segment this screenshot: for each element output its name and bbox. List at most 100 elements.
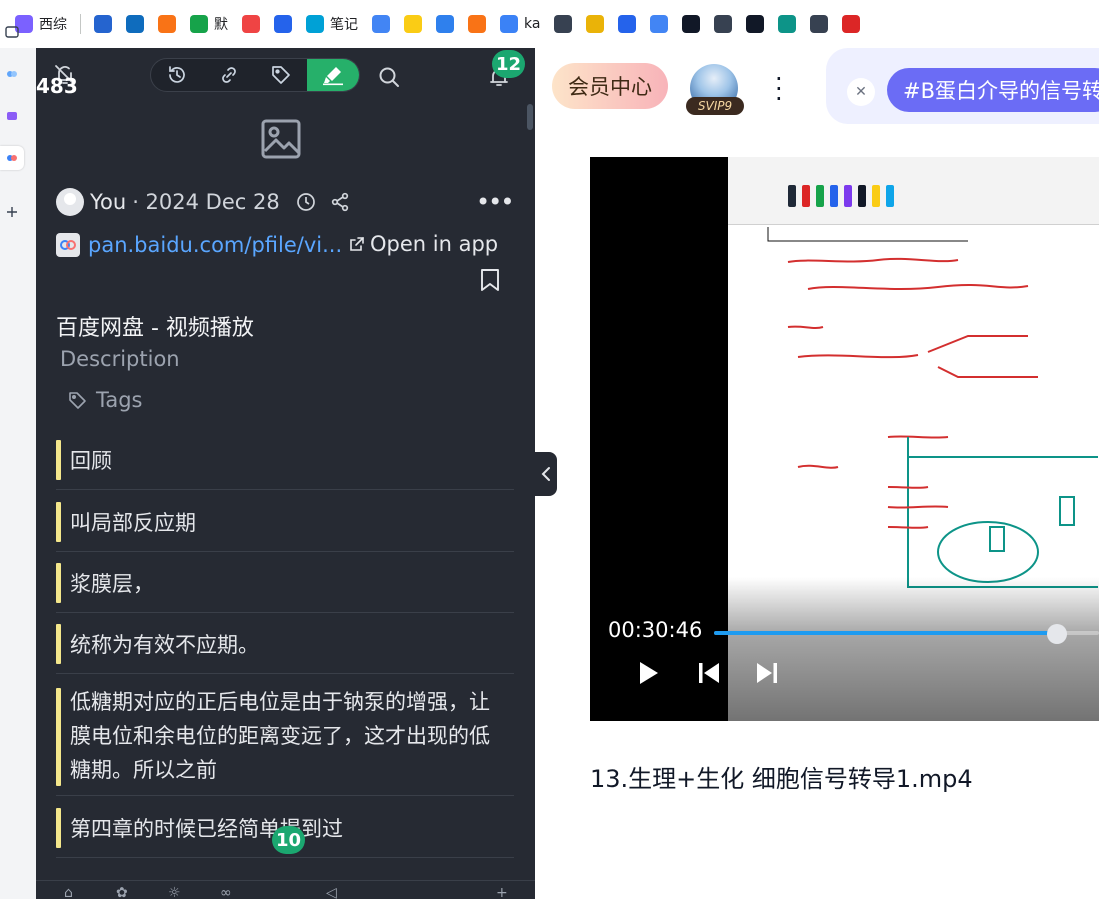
link-icon [222,67,236,83]
bookmark-item[interactable] [707,8,739,40]
article-meta: You · 2024 Dec 28 [56,186,506,218]
collapse-sidebar-button[interactable] [535,452,557,496]
side-app-baidupan-icon[interactable] [0,62,24,86]
bookmark-item[interactable] [235,8,267,40]
bookmark-item[interactable] [643,8,675,40]
bookmark-item[interactable]: ka [493,8,547,40]
bookmark-item[interactable] [119,8,151,40]
more-vertical-icon[interactable]: · · · [775,67,783,111]
bookmark-item[interactable] [739,8,771,40]
history-tab[interactable] [151,59,203,91]
bookmark-item[interactable]: 默 [183,8,235,40]
highlight-text: 低糖期对应的正后电位是由于钠泵的增强，让膜电位和余电位的距离变远了，这才出现的低… [70,690,490,782]
highlight-item[interactable]: 统称为有效不应期。 [56,618,514,674]
bookmark-label: 默 [214,17,228,33]
thumbnail-placeholder-icon [260,118,302,160]
open-in-app-label: Open in app [370,232,499,256]
article-url-link[interactable]: pan.baidu.com/pfile/vi... [88,233,342,257]
external-link-icon [350,237,364,251]
bookmark-item[interactable] [771,8,803,40]
add-icon[interactable] [0,200,24,224]
tags-field[interactable]: Tags [68,388,143,412]
bookmark-item[interactable] [461,8,493,40]
sidebar-scrollbar[interactable] [526,104,534,899]
heart-icon [242,15,260,33]
bookmark-item[interactable] [803,8,835,40]
send-icon[interactable]: ◁ [326,885,337,899]
description-field[interactable]: Description [60,347,180,371]
more-options-icon[interactable]: ••• [476,188,514,216]
vip-center-button[interactable]: 会员中心 [552,63,668,109]
close-icon[interactable]: ✕ [847,78,875,106]
tag-outline-icon [69,392,86,409]
search-icon[interactable] [374,62,404,92]
previous-icon[interactable] [696,660,722,690]
bookmarks-bar: 西综 默 笔记 ka [0,0,1099,48]
bookmark-item[interactable] [429,8,461,40]
sidebar-bottom-toolbar: ⌂ ✿ ☼ ∞ ◁ + [36,880,535,899]
bookmark-item[interactable] [267,8,299,40]
bookmark-item[interactable] [365,8,397,40]
bookmarks-separator [80,14,81,34]
unread-count: 483 [36,74,78,98]
svip-badge: SVIP9 [686,97,744,115]
topic-tag-pill[interactable]: #B蛋白介导的信号转导 [887,68,1099,112]
teal-app-icon [778,15,797,33]
playback-time: 00:30:46 [608,618,703,642]
next-icon[interactable] [754,660,780,690]
tags-label: Tags [96,388,143,412]
tab-actions-icon[interactable] [0,20,24,44]
progress-knob[interactable] [1046,624,1067,644]
links-tab[interactable] [203,59,255,91]
video-controls-gradient [590,577,1099,721]
baidupan-video-page: 会员中心 SVIP9 ··· ✕ #B蛋白介导的信号转导 [535,48,1099,899]
orange-doc-icon [468,15,486,33]
progress-bar[interactable] [714,631,1099,635]
check-icon [618,15,637,33]
todo-icon [94,15,112,33]
highlight-marker [56,563,61,603]
avatar [56,188,84,216]
globe-icon [554,15,573,33]
sun-icon[interactable]: ☼ [168,885,181,899]
play-icon[interactable] [636,660,660,690]
video-player[interactable]: 00:30:46 [590,157,1099,721]
bookmark-item[interactable] [547,8,579,40]
meta-user: You [90,190,127,214]
open-in-app-button[interactable]: Open in app [348,232,498,256]
glasses-icon[interactable]: ∞ [220,885,232,899]
notification-badge: 12 [492,50,526,78]
star-icon [404,15,422,33]
highlight-item[interactable]: 回顾 [56,434,514,490]
bottom-badge: 10 [272,826,306,854]
bookmark-item[interactable] [611,8,643,40]
video-title: 13.生理+生化 细胞信号转导1.mp4 [590,765,973,793]
share-icon[interactable] [330,192,350,212]
bookmark-item[interactable] [87,8,119,40]
highlight-item[interactable]: 浆膜层， [56,557,514,613]
bookmark-item[interactable] [397,8,429,40]
google-icon [372,15,390,33]
highlight-marker [56,808,61,848]
side-app-purple-icon[interactable] [0,104,24,128]
bookmark-item[interactable] [675,8,707,40]
bookmark-item[interactable]: 笔记 [299,8,365,40]
bilibili-icon [306,15,324,33]
home-icon[interactable]: ⌂ [64,885,73,899]
highlight-marker [56,440,61,480]
side-app-active-icon[interactable] [0,146,24,170]
add-icon[interactable]: + [496,885,508,899]
highlight-item[interactable]: 低糖期对应的正后电位是由于钠泵的增强，让膜电位和余电位的距离变远了，这才出现的低… [56,682,514,796]
puzzle-icon[interactable]: ✿ [116,885,128,899]
scroll-thumb[interactable] [527,104,533,130]
bookmark-item[interactable] [835,8,867,40]
tags-tab[interactable] [255,59,307,91]
red-app-icon [842,15,861,33]
highlight-item[interactable]: 叫局部反应期 [56,496,514,552]
highlights-tab[interactable] [307,59,359,91]
bookmark-item[interactable] [151,8,183,40]
bookmark-label: 西综 [39,17,67,33]
bookmark-item[interactable] [579,8,611,40]
bookmark-icon[interactable] [479,268,501,292]
student-icon [586,15,605,33]
